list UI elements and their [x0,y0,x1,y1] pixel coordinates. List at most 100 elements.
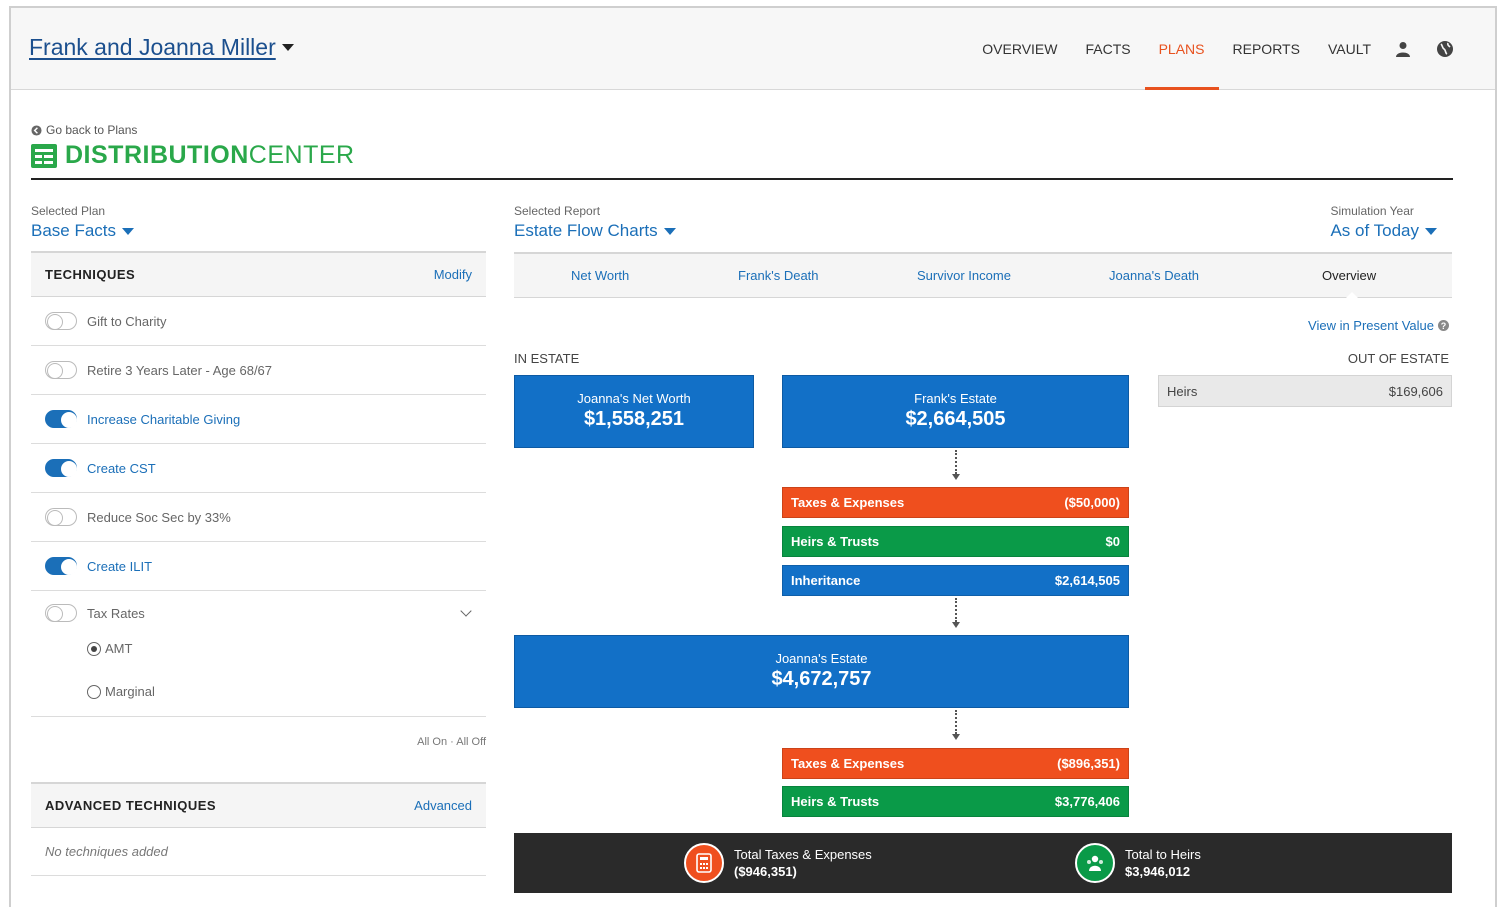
technique-toggle[interactable] [45,361,77,379]
heirs-value: $169,606 [1388,383,1443,399]
joanna-taxes-bar[interactable]: Taxes & Expenses ($896,351) [782,748,1129,779]
tab-net-worth[interactable]: Net Worth [571,268,629,283]
bar-label: Heirs & Trusts [791,794,880,809]
plan-value: Base Facts [31,221,117,240]
technique-toggle[interactable] [45,557,77,575]
nav-reports[interactable]: REPORTS [1233,8,1300,90]
bar-label: Inheritance [791,573,861,588]
technique-toggle[interactable] [45,459,77,477]
calculator-icon [684,843,724,883]
chevron-down-icon [281,44,294,51]
table-icon [31,143,57,168]
frank-estate-box[interactable]: Frank's Estate $2,664,505 [782,375,1129,448]
joanna-estate-box[interactable]: Joanna's Estate $4,672,757 [514,635,1129,708]
client-name: Frank and Joanna Miller [29,34,276,60]
radio-marginal[interactable]: Marginal [87,684,155,699]
nav-overview[interactable]: OVERVIEW [982,8,1057,90]
nav-vault[interactable]: VAULT [1328,8,1371,90]
plan-selector: Selected Plan Base Facts [31,204,135,241]
report-value: Estate Flow Charts [514,221,658,240]
title-normal: CENTER [248,141,355,169]
advanced-heading: ADVANCED TECHNIQUES [45,798,217,813]
tax-rates-label: Tax Rates [87,605,145,621]
totals-bar: Total Taxes & Expenses ($946,351) Total … [514,833,1452,893]
chevron-down-icon[interactable] [460,605,472,617]
nav-facts[interactable]: FACTS [1085,8,1130,90]
report-selector: Selected Report Estate Flow Charts [514,204,676,241]
arrow-down-icon [952,474,960,480]
joanna-net-worth-box[interactable]: Joanna's Net Worth $1,558,251 [514,375,754,448]
back-arrow-icon [31,124,42,136]
top-bar: Frank and Joanna Miller OVERVIEW FACTS P… [11,8,1495,90]
in-estate-label: IN ESTATE [514,351,580,366]
plan-label: Selected Plan [31,204,106,218]
arrow-down-icon [952,622,960,628]
technique-toggle[interactable] [45,312,77,330]
report-label: Selected Report [514,204,601,218]
nav-plans[interactable]: PLANS [1144,8,1219,90]
chevron-down-icon [663,227,676,235]
report-tabs: Net Worth Frank's Death Survivor Income … [514,252,1452,299]
frank-inheritance-bar[interactable]: Inheritance $2,614,505 [782,565,1129,596]
heirs-icon [1075,843,1115,883]
back-link-label: Go back to Plans [46,123,138,137]
bar-label: Taxes & Expenses [791,495,905,510]
present-value-label: View in Present Value [1308,318,1434,333]
technique-toggle[interactable] [45,410,77,428]
total-heirs-value: $3,946,012 [1125,864,1191,879]
flow-connector [955,450,957,474]
advanced-link[interactable]: Advanced [414,798,472,813]
radio-label: Marginal [105,684,155,699]
modify-link[interactable]: Modify [434,267,472,282]
tab-overview[interactable]: Overview [1322,268,1376,283]
tab-survivor-income[interactable]: Survivor Income [917,268,1011,283]
present-value-link[interactable]: View in Present Value ? [1308,318,1449,333]
app-frame: Frank and Joanna Miller OVERVIEW FACTS P… [9,6,1497,907]
main-nav: OVERVIEW FACTS PLANS REPORTS VAULT [954,8,1455,90]
total-heirs: Total to Heirs $3,946,012 [1075,843,1201,883]
technique-label: Retire 3 Years Later - Age 68/67 [87,362,273,378]
technique-row: Retire 3 Years Later - Age 68/67 [31,346,486,395]
technique-row: Increase Charitable Giving [31,395,486,444]
out-of-estate-heirs[interactable]: Heirs $169,606 [1158,375,1452,407]
technique-row: Reduce Soc Sec by 33% [31,493,486,542]
out-of-estate-label: OUT OF ESTATE [1347,351,1449,366]
technique-label: Reduce Soc Sec by 33% [87,509,231,525]
user-icon[interactable] [1393,39,1413,59]
bar-value: $2,614,505 [1054,573,1120,588]
box-value: $1,558,251 [583,408,685,430]
active-tab-indicator [1345,292,1359,299]
arrow-down-icon [952,734,960,740]
bar-label: Heirs & Trusts [791,534,880,549]
total-taxes-value: ($946,351) [734,864,797,879]
total-taxes: Total Taxes & Expenses ($946,351) [684,843,872,883]
bar-value: $3,776,406 [1054,794,1120,809]
plan-dropdown[interactable]: Base Facts [31,221,135,241]
technique-row: Create CST [31,444,486,493]
radio-amt[interactable]: AMT [87,641,132,656]
year-dropdown[interactable]: As of Today [1330,221,1437,241]
tab-joannas-death[interactable]: Joanna's Death [1109,268,1199,283]
report-dropdown[interactable]: Estate Flow Charts [514,221,676,241]
heirs-label: Heirs [1167,383,1198,399]
all-on-off-links[interactable]: All On · All Off [417,736,486,748]
tax-rates-toggle[interactable] [45,604,77,622]
technique-label: Increase Charitable Giving [87,411,241,427]
radio-button [87,641,101,656]
client-selector[interactable]: Frank and Joanna Miller [29,34,294,61]
page-title: DISTRIBUTIONCENTER [31,141,355,170]
flow-connector [955,710,957,734]
techniques-header: TECHNIQUES Modify [31,251,486,297]
tab-franks-death[interactable]: Frank's Death [738,268,819,283]
joanna-heirs-bar[interactable]: Heirs & Trusts $3,776,406 [782,786,1129,817]
frank-taxes-bar[interactable]: Taxes & Expenses ($50,000) [782,487,1129,518]
back-to-plans-link[interactable]: Go back to Plans [31,123,137,137]
globe-icon[interactable] [1435,39,1455,59]
box-value: $2,664,505 [905,408,1006,430]
bar-value: $0 [1105,534,1120,549]
chevron-down-icon [122,227,135,235]
box-value: $4,672,757 [771,668,872,690]
technique-toggle[interactable] [45,508,77,526]
advanced-techniques-header: ADVANCED TECHNIQUES Advanced [31,782,486,828]
frank-heirs-bar[interactable]: Heirs & Trusts $0 [782,526,1129,557]
